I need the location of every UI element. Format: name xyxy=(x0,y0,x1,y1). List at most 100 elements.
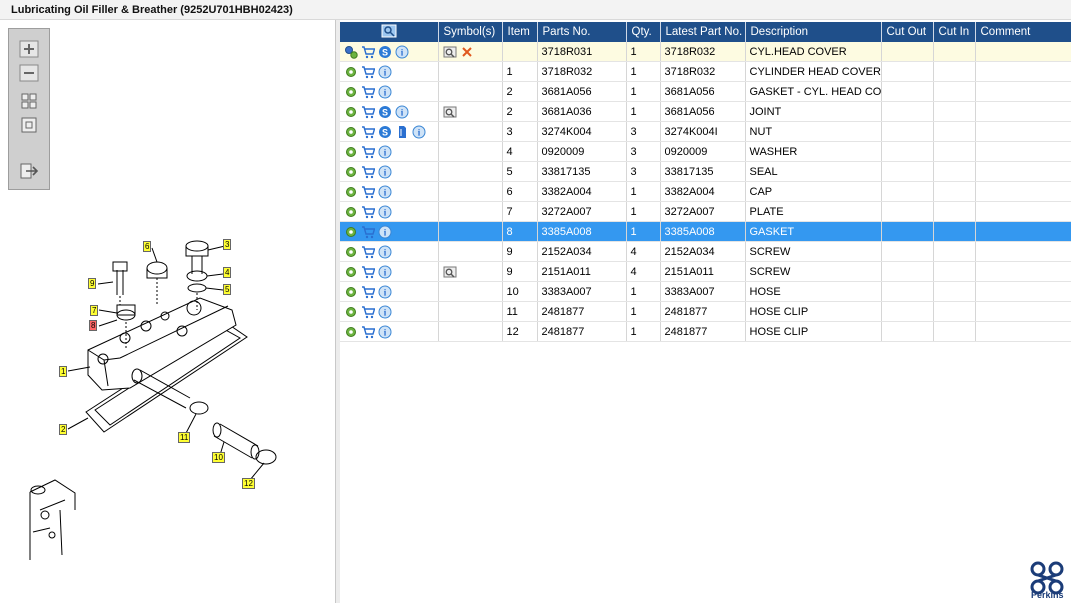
callout-3[interactable]: 3 xyxy=(223,239,232,250)
zoom-in-icon[interactable] xyxy=(18,39,40,59)
table-row[interactable]: i 7 3272A007 1 3272A007 PLATE xyxy=(340,201,1071,222)
column-header-cut-in[interactable]: Cut In xyxy=(933,22,976,42)
export-icon[interactable] xyxy=(18,161,40,181)
table-row[interactable]: i 9 2152A034 4 2152A034 SCREW xyxy=(340,241,1071,262)
cart-icon[interactable] xyxy=(361,205,375,219)
callout-9[interactable]: 9 xyxy=(88,278,97,289)
gear-icon[interactable] xyxy=(344,185,358,199)
document-icon[interactable] xyxy=(395,125,409,139)
info-icon[interactable]: i xyxy=(378,285,392,299)
cart-icon[interactable] xyxy=(361,225,375,239)
info-icon[interactable]: i xyxy=(378,305,392,319)
gear-icon[interactable] xyxy=(344,285,358,299)
info-icon[interactable]: i xyxy=(378,185,392,199)
table-row[interactable]: i 6 3382A004 1 3382A004 CAP xyxy=(340,181,1071,202)
callout-4[interactable]: 4 xyxy=(223,267,232,278)
table-row[interactable]: i 12 2481877 1 2481877 HOSE CLIP xyxy=(340,321,1071,342)
fit-page-icon[interactable] xyxy=(18,91,40,111)
info-icon[interactable]: i xyxy=(378,225,392,239)
view-illustration-icon[interactable] xyxy=(443,265,457,279)
zoom-out-icon[interactable] xyxy=(18,63,40,83)
cart-icon[interactable] xyxy=(361,45,375,59)
table-row[interactable]: i 11 2481877 1 2481877 HOSE CLIP xyxy=(340,301,1071,322)
info-icon[interactable]: i xyxy=(378,205,392,219)
table-row[interactable]: i 9 2151A011 4 2151A011 SCREW xyxy=(340,261,1071,282)
service-icon[interactable]: S xyxy=(378,45,392,59)
symbols-cell xyxy=(438,101,503,122)
callout-8[interactable]: 8 xyxy=(89,320,98,331)
gear-icon[interactable] xyxy=(344,325,358,339)
table-row[interactable]: i 10 3383A007 1 3383A007 HOSE xyxy=(340,281,1071,302)
gear-icon[interactable] xyxy=(344,145,358,159)
cart-icon[interactable] xyxy=(361,265,375,279)
cart-icon[interactable] xyxy=(361,285,375,299)
cart-icon[interactable] xyxy=(361,65,375,79)
gear-icon[interactable] xyxy=(344,85,358,99)
column-header-qty[interactable]: Qty. xyxy=(626,22,661,42)
table-row[interactable]: i 4 0920009 3 0920009 WASHER xyxy=(340,141,1071,162)
info-icon[interactable]: i xyxy=(378,145,392,159)
callout-12[interactable]: 12 xyxy=(242,478,255,489)
column-header-latest-part-no[interactable]: Latest Part No. xyxy=(660,22,746,42)
cart-icon[interactable] xyxy=(361,305,375,319)
table-row[interactable]: i 2 3681A056 1 3681A056 GASKET - CYL. HEAD CO… xyxy=(340,81,1071,102)
info-icon[interactable]: i xyxy=(378,85,392,99)
callout-2[interactable]: 2 xyxy=(59,424,68,435)
column-header-symbols[interactable]: Symbol(s) xyxy=(438,22,503,42)
column-header-comment[interactable]: Comment xyxy=(975,22,1071,42)
callout-10[interactable]: 10 xyxy=(212,452,225,463)
qty-cell: 4 xyxy=(626,241,661,262)
callout-6[interactable]: 6 xyxy=(143,241,152,252)
gear-icon[interactable] xyxy=(344,105,358,119)
gear-icon[interactable] xyxy=(344,205,358,219)
cart-icon[interactable] xyxy=(361,105,375,119)
column-header-item[interactable]: Item xyxy=(502,22,538,42)
table-row[interactable]: Si 2 3681A036 1 3681A056 JOINT xyxy=(340,101,1071,122)
info-icon[interactable]: i xyxy=(378,65,392,79)
search-parts-icon[interactable] xyxy=(340,22,439,42)
table-row[interactable]: Si 3 3274K004 3 3274K004I NUT xyxy=(340,121,1071,142)
cart-icon[interactable] xyxy=(361,145,375,159)
cart-icon[interactable] xyxy=(361,245,375,259)
column-header-description[interactable]: Description xyxy=(745,22,882,42)
gear-icon[interactable] xyxy=(344,225,358,239)
info-icon[interactable]: i xyxy=(378,325,392,339)
column-header-parts-no[interactable]: Parts No. xyxy=(537,22,627,42)
table-row[interactable]: i 5 33817135 3 33817135 SEAL xyxy=(340,161,1071,182)
info-icon[interactable]: i xyxy=(395,45,409,59)
cart-icon[interactable] xyxy=(361,165,375,179)
info-icon[interactable]: i xyxy=(412,125,426,139)
gear-icon[interactable] xyxy=(344,125,358,139)
cart-icon[interactable] xyxy=(361,185,375,199)
cart-icon[interactable] xyxy=(361,325,375,339)
diagram-pane[interactable]: 9 7 8 6 3 4 5 1 2 11 10 12 xyxy=(0,20,336,603)
cart-icon[interactable] xyxy=(361,125,375,139)
gear-icon[interactable] xyxy=(344,245,358,259)
info-icon[interactable]: i xyxy=(395,105,409,119)
gear-icon[interactable] xyxy=(344,265,358,279)
parts-table: Symbol(s) Item Parts No. Qty. Latest Par… xyxy=(340,22,1071,342)
table-row[interactable]: i 1 3718R032 1 3718R032 CYLINDER HEAD COVER xyxy=(340,61,1071,82)
info-icon[interactable]: i xyxy=(378,165,392,179)
callout-11[interactable]: 11 xyxy=(178,432,191,443)
info-icon[interactable]: i xyxy=(378,265,392,279)
cart-icon[interactable] xyxy=(361,85,375,99)
gears-icon[interactable] xyxy=(344,45,358,59)
callout-7[interactable]: 7 xyxy=(90,305,99,316)
table-row[interactable]: i 8 3385A008 1 3385A008 GASKET xyxy=(340,221,1071,242)
remove-icon[interactable] xyxy=(460,45,474,59)
actual-size-icon[interactable] xyxy=(18,115,40,135)
gear-icon[interactable] xyxy=(344,305,358,319)
view-illustration-icon[interactable] xyxy=(443,105,457,119)
service-icon[interactable]: S xyxy=(378,105,392,119)
callout-1[interactable]: 1 xyxy=(59,366,68,377)
gear-icon[interactable] xyxy=(344,165,358,179)
service-icon[interactable]: S xyxy=(378,125,392,139)
table-row[interactable]: Si 3718R031 1 3718R032 CYL.HEAD COVER xyxy=(340,42,1071,62)
info-icon[interactable]: i xyxy=(378,245,392,259)
view-illustration-icon[interactable] xyxy=(443,45,457,59)
gear-icon[interactable] xyxy=(344,65,358,79)
column-header-cut-out[interactable]: Cut Out xyxy=(881,22,934,42)
row-actions-cell: Si xyxy=(340,121,439,142)
callout-5[interactable]: 5 xyxy=(223,284,232,295)
